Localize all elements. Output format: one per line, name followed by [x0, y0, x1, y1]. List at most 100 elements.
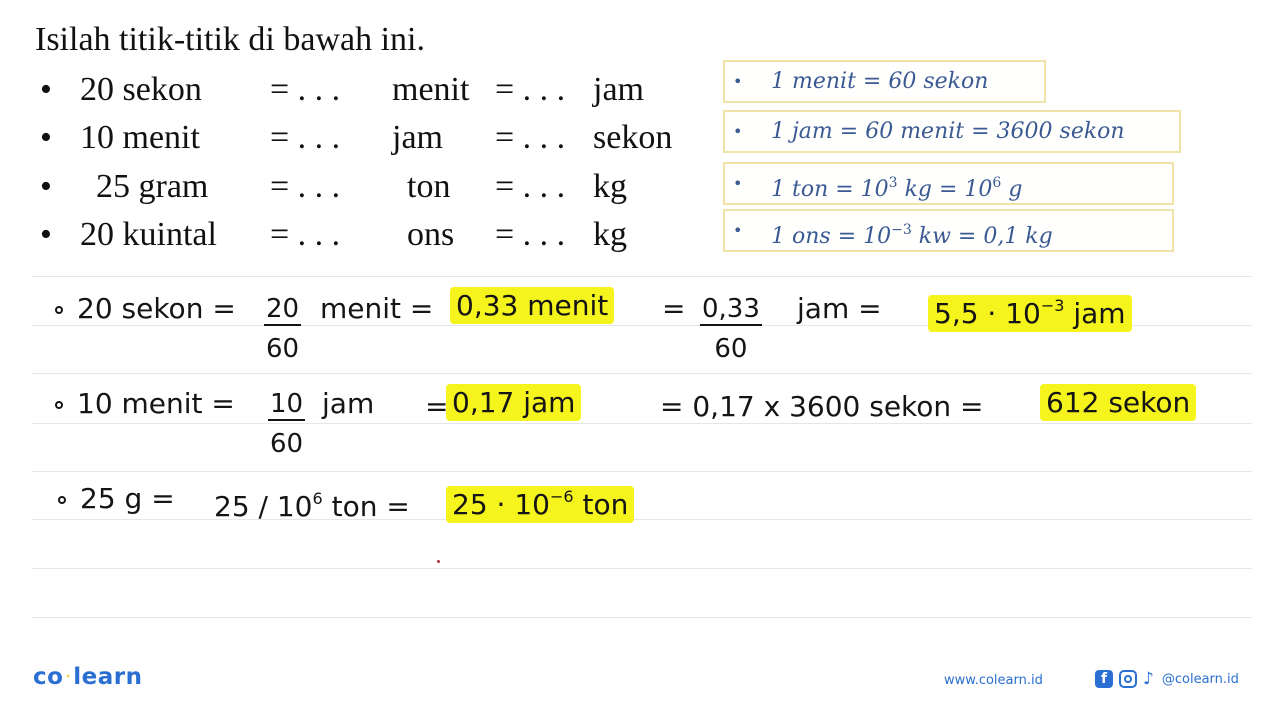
equals: = — [425, 390, 449, 423]
formula-box-menit: • 1 menit = 60 sekon — [723, 60, 1046, 103]
question-title: Isilah titik-titik di bawah ini. — [35, 21, 426, 58]
denominator: 60 — [270, 429, 304, 459]
answer-base: 5,5 · 10 — [934, 297, 1041, 330]
formula-part: kg = 10 — [897, 177, 993, 202]
social-links: f ♪ @colearn.id — [1095, 669, 1239, 689]
numerator: 10 — [268, 389, 306, 421]
unit-1: ons — [407, 216, 455, 253]
website-link[interactable]: www.colearn.id — [944, 673, 1043, 688]
highlighted-answer: 612 sekon — [1040, 384, 1197, 421]
formula-text: 1 jam = 60 menit = 3600 sekon — [771, 119, 1125, 144]
formula-part: kw = 0,1 kg — [911, 224, 1053, 249]
ruled-line — [32, 471, 1252, 472]
expression: 25 / 106 ton = — [214, 482, 410, 524]
numerator: 0,33 — [700, 294, 762, 326]
expression: 20 sekon = — [77, 292, 236, 325]
logo-part: co — [33, 664, 64, 690]
formula-text: 1 ons = 10−3 kw = 0,1 kg — [771, 211, 1053, 256]
formula-box-ton: • 1 ton = 103 kg = 106 g — [723, 162, 1174, 205]
calculation: = 0,17 x 3600 sekon = — [660, 390, 984, 423]
social-handle[interactable]: @colearn.id — [1162, 672, 1239, 687]
answer-text: 612 sekon — [1040, 384, 1197, 421]
blank-2: = . . . — [495, 71, 566, 108]
answer-text: 25 · 10−6 ton — [446, 486, 635, 523]
blank-2: = . . . — [495, 216, 566, 253]
unit-2: sekon — [593, 119, 673, 156]
answer-base: 25 · 10 — [452, 488, 550, 521]
blank-2: = . . . — [495, 168, 566, 205]
exponent: −3 — [1040, 296, 1065, 315]
highlighted-answer: 0,17 jam — [446, 384, 582, 421]
formula-text: 1 menit = 60 sekon — [771, 69, 989, 94]
colearn-logo: co ·learn — [33, 664, 143, 690]
bullet: • — [40, 119, 52, 156]
expression: 25 g = — [80, 482, 175, 515]
unit-2: jam — [593, 71, 644, 108]
fraction: 10 60 — [268, 389, 306, 459]
bullet: • — [40, 216, 52, 253]
logo-dot: · — [65, 669, 72, 685]
ruled-line — [32, 276, 1252, 277]
formula-box-ons: • 1 ons = 10−3 kw = 0,1 kg — [723, 209, 1174, 252]
exponent: −3 — [891, 222, 912, 238]
instagram-icon[interactable] — [1119, 670, 1137, 688]
solution-line-1-lhs: 20 sekon = — [55, 292, 236, 326]
denominator: 60 — [714, 334, 748, 364]
blank-2: = . . . — [495, 119, 566, 156]
bullet: • — [40, 71, 52, 108]
unit-1: jam — [392, 119, 443, 156]
equals: = — [662, 292, 686, 325]
expression: menit = — [320, 292, 434, 325]
numerator: 20 — [264, 294, 302, 326]
expression-base: 25 / 10 — [214, 490, 313, 523]
exponent: 6 — [992, 175, 1002, 191]
answer-unit: jam — [1064, 297, 1126, 330]
unit-1: menit — [392, 71, 470, 108]
answer-text: 0,33 menit — [450, 287, 615, 324]
bullet: • — [40, 168, 52, 205]
bullet-ring — [55, 306, 63, 314]
expression: jam — [322, 387, 375, 420]
expression: 10 menit = — [77, 387, 235, 420]
ruled-line — [32, 617, 1252, 618]
facebook-icon[interactable]: f — [1095, 670, 1113, 688]
tiktok-icon[interactable]: ♪ — [1143, 669, 1154, 689]
bullet-ring — [58, 496, 66, 504]
formula-part: g — [1001, 177, 1023, 202]
bullet: • — [733, 221, 743, 240]
blank-1: = . . . — [270, 119, 341, 156]
fraction: 0,33 60 — [700, 294, 762, 364]
exponent: 6 — [312, 489, 323, 508]
formula-box-jam: • 1 jam = 60 menit = 3600 sekon — [723, 110, 1181, 153]
unit-2: kg — [593, 168, 627, 205]
ruled-line — [32, 423, 1252, 424]
answer-text: 0,17 jam — [446, 384, 582, 421]
highlighted-answer: 25 · 10−6 ton — [446, 480, 635, 523]
fraction: 20 60 — [264, 294, 302, 364]
quantity: 10 menit — [80, 119, 200, 156]
logo-part: learn — [73, 664, 143, 690]
answer-text: 5,5 · 10−3 jam — [928, 295, 1132, 332]
blank-1: = . . . — [270, 168, 341, 205]
ruled-line — [32, 373, 1252, 374]
bullet: • — [733, 72, 743, 91]
formula-text: 1 ton = 103 kg = 106 g — [771, 164, 1022, 209]
highlighted-answer: 0,33 menit — [450, 287, 615, 324]
quantity: 20 kuintal — [80, 216, 217, 253]
unit-2: kg — [593, 216, 627, 253]
quantity: 25 gram — [96, 168, 209, 205]
unit-1: ton — [407, 168, 451, 205]
quantity: 20 sekon — [80, 71, 202, 108]
pen-dot — [437, 560, 440, 563]
ruled-line — [32, 568, 1252, 569]
solution-line-3-lhs: 25 g = — [58, 482, 175, 516]
highlighted-answer: 5,5 · 10−3 jam — [928, 289, 1132, 332]
formula-part: 1 ton = 10 — [771, 177, 889, 202]
bullet-ring — [55, 401, 63, 409]
answer-unit: ton — [573, 488, 629, 521]
blank-1: = . . . — [270, 71, 341, 108]
solution-line-2-lhs: 10 menit = — [55, 387, 235, 421]
expression-unit: ton = — [322, 490, 410, 523]
exponent: −6 — [549, 487, 574, 506]
expression: jam = — [797, 292, 882, 325]
